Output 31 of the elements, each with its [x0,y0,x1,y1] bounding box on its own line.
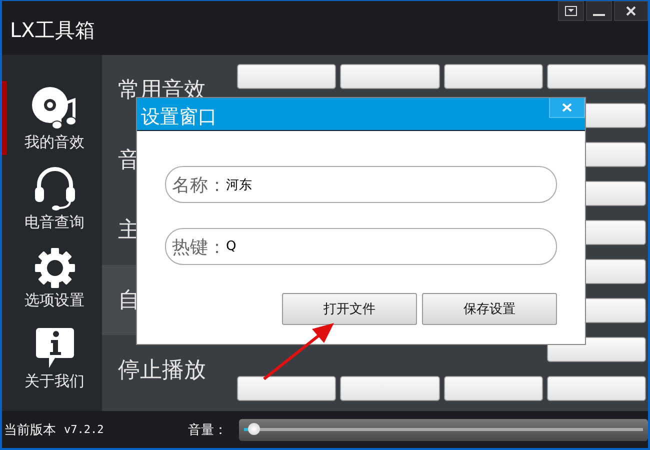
version-number: v7.2.2 [64,423,104,436]
minimize-icon [593,14,605,16]
sound-button[interactable] [546,64,646,89]
sound-button[interactable] [546,376,646,401]
sidebar-item[interactable]: 选项设置 [2,241,102,315]
close-button[interactable] [614,1,648,21]
minimize-button[interactable] [586,1,612,21]
close-icon [562,103,572,112]
dialog-button[interactable]: 保存设置 [422,293,557,325]
skin-button[interactable] [558,1,584,21]
dialog-button[interactable]: 打开文件 [282,293,417,325]
dialog-title: 设置窗口 [141,105,217,130]
volume-label: 音量： [188,422,227,438]
dropdown-icon [565,6,577,16]
sound-button[interactable] [340,376,440,401]
sidebar-item[interactable]: 关于我们 [2,321,102,395]
info-icon [34,326,74,370]
settings-icon [34,246,76,288]
sound-button[interactable] [444,376,543,401]
sound-button[interactable] [237,376,336,401]
window-title: LX工具箱 [10,17,95,44]
volume-slider[interactable] [238,418,648,440]
sidebar-item[interactable]: 电音查询 [2,161,102,235]
volume-thumb[interactable] [248,423,260,435]
sound-button[interactable] [444,64,543,89]
version-label: 当前版本 [4,422,56,438]
sound-button[interactable] [340,64,440,89]
input-field[interactable]: 名称：河东 [165,166,557,203]
sound-button[interactable] [237,64,336,89]
close-icon [626,6,636,16]
input-field[interactable]: 热键：Q [165,228,557,265]
